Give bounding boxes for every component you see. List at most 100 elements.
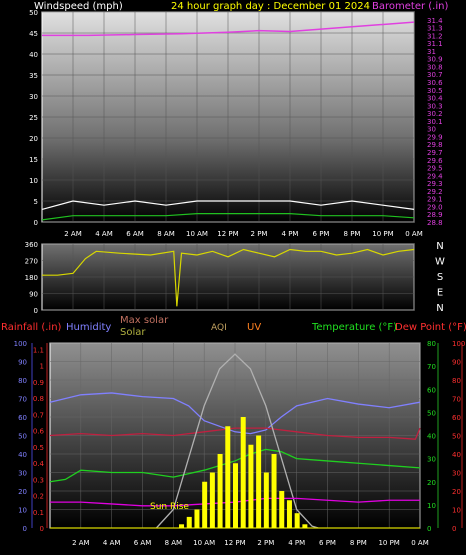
temperature-y-tick-label: 10 [427, 502, 436, 510]
combined-x-tick-label: 8 PM [350, 539, 367, 547]
uv-y-tick-label: 20 [452, 488, 461, 496]
solar-bar [286, 500, 292, 528]
direction-y-tick-label: 180 [25, 274, 38, 282]
uv-label: UV [247, 322, 261, 333]
combined-x-tick-label: 4 AM [103, 539, 121, 547]
humidity-axis-label: Humidity [66, 322, 111, 333]
direction-y-ticks: 0 90 180 270 360 [25, 241, 38, 315]
wind-y-tick-label: 25 [29, 114, 38, 122]
humidity-y-tick-label: 0 [23, 525, 27, 533]
humidity-y-tick-label: 90 [18, 359, 27, 367]
rain-y-tick-label: 1.1 [33, 346, 44, 354]
rain-y-tick-label: 1 [40, 363, 44, 371]
wind-y-tick-label: 20 [29, 135, 38, 143]
wind-y-tick-label: 15 [29, 156, 38, 164]
direction-letter: N [436, 241, 443, 252]
barometer-y-tick-label: 29.2 [427, 188, 443, 196]
temperature-y-tick-label: 60 [427, 386, 436, 394]
uv-y-tick-label: 50 [452, 433, 461, 441]
barometer-y-tick-label: 30.1 [427, 118, 443, 126]
rain-y-tick-label: 0 [40, 525, 44, 533]
temperature-y-tick-label: 30 [427, 456, 436, 464]
uv-y-tick-label: 70 [452, 396, 461, 404]
humidity-y-tick-label: 50 [18, 433, 27, 441]
combined-x-tick-label: 6 PM [319, 539, 336, 547]
uv-y-tick-label: 60 [452, 414, 461, 422]
aqi-label: AQI [211, 323, 227, 333]
direction-letter: E [437, 288, 443, 299]
wind-x-tick-label: 10 PM [372, 230, 393, 238]
barometer-y-tick-label: 29.0 [427, 203, 443, 211]
temperature-y-tick-label: 40 [427, 433, 436, 441]
barometer-y-tick-label: 31.3 [427, 25, 443, 33]
solar-bar [225, 426, 231, 528]
solar-bar [209, 472, 215, 528]
solar-bar [248, 444, 254, 528]
wind-x-tick-label: 2 AM [64, 230, 82, 238]
uv-y-tick-label: 90 [452, 359, 461, 367]
combined-x-tick-label: 10 PM [378, 539, 399, 547]
wind-x-tick-label: 0 AM [405, 230, 423, 238]
barometer-y-tick-label: 29.7 [427, 149, 443, 157]
direction-y-tick-label: 360 [25, 241, 38, 249]
direction-y-tick-label: 90 [29, 291, 38, 299]
barometer-y-tick-label: 30.5 [427, 87, 443, 95]
barometer-axis-label: Barometer (.in) [372, 1, 448, 12]
rain-y-ticks: 0 0.1 0.2 0.3 0.4 0.5 0.6 0.7 0.8 0.9 1 1.1 [33, 346, 45, 533]
combined-x-ticks: 2 AM 4 AM 6 AM 8 AM 10 AM 12 PM 2 PM 4 PM 6 PM 8 … [72, 539, 429, 547]
barometer-y-tick-label: 29.5 [427, 165, 443, 173]
barometer-y-tick-label: 30.7 [427, 71, 443, 79]
wind-x-ticks: 2 AM 4 AM 6 AM 8 AM 10 AM 12 PM 2 PM 4 PM 6 PM 8 … [64, 230, 423, 238]
wind-y-tick-label: 30 [29, 93, 38, 101]
humidity-y-tick-label: 20 [18, 488, 27, 496]
combined-x-tick-label: 2 PM [257, 539, 274, 547]
barometer-y-tick-label: 30.4 [427, 95, 443, 103]
barometer-y-tick-label: 30.8 [427, 63, 443, 71]
wind-axis-label: Windspeed (mph) [34, 1, 123, 12]
barometer-y-tick-label: 29.6 [427, 157, 443, 165]
wind-x-tick-label: 6 PM [313, 230, 330, 238]
humidity-y-tick-label: 30 [18, 470, 27, 478]
solar-bar [294, 513, 300, 528]
combined-x-tick-label: 4 PM [288, 539, 305, 547]
rain-y-tick-label: 0.2 [33, 493, 44, 501]
rain-y-tick-label: 0.7 [33, 411, 44, 419]
uv-y-tick-label: 40 [452, 451, 461, 459]
combined-x-tick-label: 6 AM [134, 539, 152, 547]
temperature-y-tick-label: 80 [427, 340, 436, 348]
wind-y-tick-label: 0 [34, 219, 38, 227]
solar-bar [202, 481, 208, 528]
direction-y-tick-label: 0 [34, 307, 38, 315]
barometer-y-ticks: 28.828.929.029.129.229.329.429.529.629.7… [427, 17, 443, 227]
uv-y-tick-label: 30 [452, 470, 461, 478]
barometer-y-tick-label: 30.2 [427, 110, 443, 118]
direction-y-tick-label: 270 [25, 258, 38, 266]
solar-bar [194, 509, 200, 528]
barometer-y-tick-label: 28.9 [427, 211, 443, 219]
temperature-axis-label: Temperature (°F) [311, 322, 397, 333]
weather-graph: 05101520253035404550 28.828.929.029.129.… [1, 1, 466, 547]
combined-x-tick-label: 10 AM [193, 539, 215, 547]
solar-bar [271, 454, 277, 528]
barometer-y-tick-label: 30 [427, 126, 436, 134]
solar-bar [233, 463, 238, 528]
solar-bar [217, 454, 223, 528]
barometer-y-tick-label: 29.1 [427, 196, 443, 204]
wind-x-tick-label: 8 AM [157, 230, 175, 238]
direction-letter: S [437, 272, 443, 283]
maxsolar-label: Max solar [120, 315, 169, 326]
wind-x-tick-label: 6 AM [126, 230, 144, 238]
uv-y-tick-label: 80 [452, 377, 461, 385]
humidity-y-tick-label: 80 [18, 377, 27, 385]
wind-y-tick-label: 45 [29, 30, 38, 38]
combined-x-tick-label: 8 AM [165, 539, 183, 547]
wind-y-tick-label: 5 [34, 198, 38, 206]
temperature-y-tick-label: 70 [427, 363, 436, 371]
barometer-y-tick-label: 31.4 [427, 17, 443, 25]
wind-y-tick-label: 40 [29, 51, 38, 59]
uv-y-tick-label: 0 [452, 525, 456, 533]
humidity-y-tick-label: 100 [14, 340, 27, 348]
wind-x-tick-label: 4 AM [95, 230, 113, 238]
barometer-y-tick-label: 31 [427, 48, 436, 56]
combined-x-tick-label: 2 AM [72, 539, 90, 547]
